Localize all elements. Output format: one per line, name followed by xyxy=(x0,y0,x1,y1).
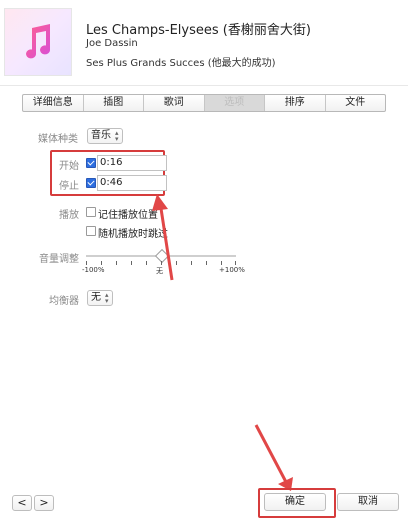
previous-button[interactable]: < xyxy=(12,495,32,511)
arrow-to-ok-button xyxy=(254,424,293,491)
cancel-button[interactable]: 取消 xyxy=(337,493,399,511)
ok-button[interactable]: 确定 xyxy=(264,493,326,511)
arrow-to-start-stop xyxy=(152,194,174,281)
next-button[interactable]: > xyxy=(34,495,54,511)
annotation-arrows xyxy=(152,194,293,491)
